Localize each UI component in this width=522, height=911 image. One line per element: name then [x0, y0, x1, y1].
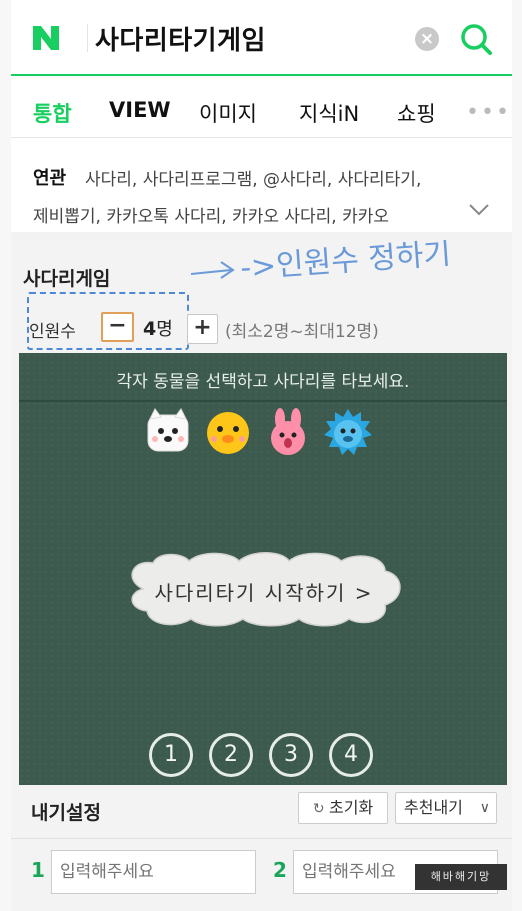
instruction-text: 각자 동물을 선택하고 사다리를 타보세요.: [116, 372, 410, 392]
ladder-number-4[interactable]: 4: [329, 733, 373, 777]
tab-shopping[interactable]: 쇼핑: [397, 98, 436, 128]
count-unit: 명: [156, 319, 173, 340]
search-bar: 사다리타기게임 ×: [11, 0, 512, 76]
page: 사다리타기게임 × 통합 VIEW 이미지 지식iN 쇼핑 ••• 연관 사다리…: [11, 0, 512, 911]
reset-label: 초기화: [329, 798, 374, 817]
related-label: 연관: [33, 168, 67, 189]
refresh-icon: ↻: [312, 801, 329, 817]
search-icon[interactable]: [459, 22, 493, 56]
bet-settings-title: 내기설정: [31, 802, 101, 824]
bet-number-2: 2: [273, 858, 287, 882]
divider: [19, 400, 507, 402]
ladder-number-2[interactable]: 2: [209, 733, 253, 777]
cat-icon[interactable]: [143, 407, 193, 457]
divider: [87, 24, 88, 52]
annotation-text: ->인원수 정하기: [239, 240, 452, 286]
tab-view[interactable]: VIEW: [109, 98, 171, 122]
chalkboard: 각자 동물을 선택하고 사다리를 타보세요. 사다리타기 시작하기 > 1 2 …: [19, 353, 507, 785]
ladder-game-panel: 사다리게임 ->인원수 정하기 인원수 − 4명 + (최소2명~최대12명) …: [11, 240, 512, 911]
animal-selection: [143, 407, 383, 463]
chevron-down-icon[interactable]: [467, 202, 491, 218]
recommend-label: 추천내기: [404, 798, 463, 817]
tab-all[interactable]: 통합: [33, 98, 72, 128]
player-count-value: 4명: [143, 315, 173, 341]
ladder-game-title: 사다리게임: [23, 268, 111, 290]
handwritten-annotation: ->인원수 정하기: [191, 240, 452, 286]
search-tabs: 통합 VIEW 이미지 지식iN 쇼핑 •••: [11, 78, 512, 138]
more-icon[interactable]: •••: [466, 100, 511, 125]
ladder-number-3[interactable]: 3: [269, 733, 313, 777]
naver-logo[interactable]: [31, 24, 61, 52]
recommend-bet-dropdown[interactable]: 추천내기 ∨: [395, 792, 497, 824]
divider: [11, 838, 512, 839]
rabbit-icon[interactable]: [263, 407, 313, 457]
bet-input-1[interactable]: [51, 850, 256, 894]
start-button[interactable]: 사다리타기 시작하기 >: [123, 577, 405, 606]
player-count-label: 인원수: [29, 322, 76, 342]
chevron-down-icon: ∨: [479, 800, 490, 816]
search-input[interactable]: 사다리타기게임: [95, 20, 266, 57]
player-count-range: (최소2명~최대12명): [225, 322, 379, 342]
ladder-number-1[interactable]: 1: [149, 733, 193, 777]
related-keywords-line1[interactable]: 사다리, 사다리프로그램, @사다리, 사다리타기,: [85, 165, 421, 190]
decrease-button[interactable]: −: [101, 312, 134, 342]
hedgehog-icon[interactable]: [323, 407, 373, 457]
clear-icon[interactable]: ×: [415, 27, 439, 51]
count-number: 4: [143, 318, 157, 340]
tab-knowledge[interactable]: 지식iN: [299, 98, 359, 128]
increase-button[interactable]: +: [187, 314, 218, 344]
reset-button[interactable]: ↻ 초기화: [298, 792, 388, 824]
chick-icon[interactable]: [203, 407, 253, 457]
bet-number-1: 1: [31, 858, 45, 882]
tab-images[interactable]: 이미지: [199, 98, 257, 128]
related-keywords-line2[interactable]: 제비뽑기, 카카오톡 사다리, 카카오 사다리, 카카오: [33, 202, 453, 227]
related-keywords: 연관 사다리, 사다리프로그램, @사다리, 사다리타기, 제비뽑기, 카카오톡…: [11, 140, 512, 240]
watermark: 해바해기망: [415, 864, 507, 890]
